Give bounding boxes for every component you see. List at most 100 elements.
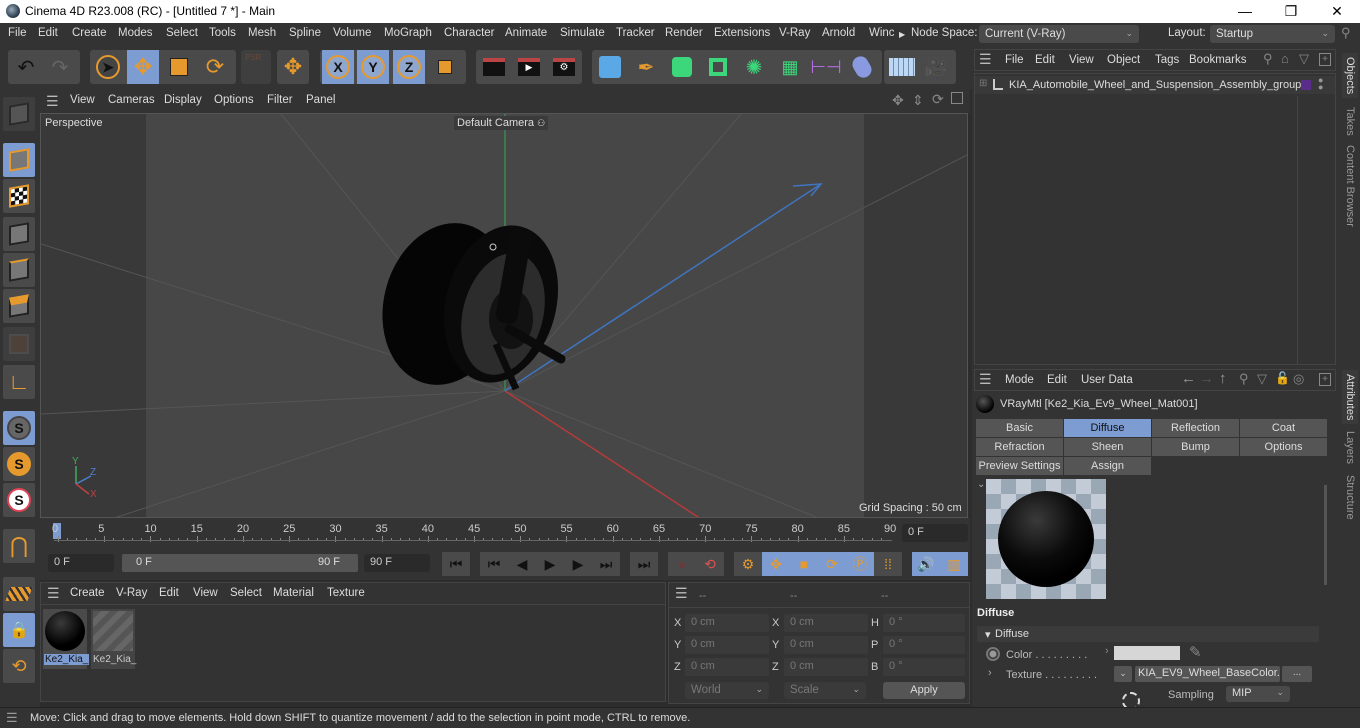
camera-name-label[interactable]: Default Camera ⚇	[454, 116, 549, 130]
expand-texture-icon[interactable]: ›	[988, 667, 992, 679]
end-frame-field[interactable]: 90 F	[364, 554, 430, 572]
hamburger-menu-icon[interactable]: ☰	[46, 93, 59, 110]
size-y-field[interactable]: 0 cm	[784, 636, 868, 654]
start-frame-field[interactable]: 0 F	[48, 554, 114, 572]
menu-tracker[interactable]: Tracker	[616, 27, 655, 39]
tab-basic[interactable]: Basic	[976, 419, 1064, 437]
material-item[interactable]: Ke2_Kia_	[91, 609, 136, 669]
uv-mode-button[interactable]	[3, 327, 35, 361]
filter-icon[interactable]: ▽	[1257, 371, 1267, 387]
snap-settings-button[interactable]: S	[3, 447, 35, 481]
psr-button[interactable]: PSR	[241, 50, 271, 84]
pen-button[interactable]: ✒	[630, 50, 662, 84]
align-workplane-button[interactable]: ⟲	[3, 649, 35, 683]
menu-select[interactable]: Select	[166, 27, 198, 39]
menu-volume[interactable]: Volume	[333, 27, 371, 39]
rotation-h-field[interactable]: 0 °	[883, 614, 965, 632]
search-icon[interactable]: ⚲	[1239, 371, 1249, 387]
node-space-dropdown[interactable]: Current (V-Ray) ⌄	[979, 25, 1139, 43]
next-key-button[interactable]: ⏭	[592, 552, 620, 576]
z-axis-lock-button[interactable]: Z	[393, 50, 425, 84]
play-button[interactable]: ▶	[536, 552, 564, 576]
tab-preview-settings[interactable]: Preview Settings	[976, 457, 1064, 475]
key-rotation-button[interactable]: ⟳	[818, 552, 846, 576]
side-tab-content-browser[interactable]: Content Browser	[1344, 145, 1356, 227]
hamburger-menu-icon[interactable]: ☰	[47, 585, 60, 602]
attributes-menu-user-data[interactable]: User Data	[1081, 374, 1133, 386]
minimize-button[interactable]: —	[1222, 0, 1268, 23]
tab-sheen[interactable]: Sheen	[1064, 438, 1152, 456]
previous-frame-button[interactable]: ◀	[508, 552, 536, 576]
lock-workplane-button[interactable]: 🔒	[3, 613, 35, 647]
material-menu-view[interactable]: View	[193, 587, 218, 599]
redo-button[interactable]: ↷	[44, 50, 76, 84]
texture-menu-button[interactable]: ⌄	[1114, 666, 1132, 682]
go-to-end-button[interactable]: ⏭	[630, 552, 658, 576]
position-x-field[interactable]: 0 cm	[685, 614, 769, 632]
layout-dropdown[interactable]: Startup ⌄	[1210, 25, 1335, 43]
attributes-scrollbar[interactable]	[1324, 485, 1327, 585]
tab-options[interactable]: Options	[1240, 438, 1328, 456]
undo-button[interactable]: ↶	[10, 50, 42, 84]
position-z-field[interactable]: 0 cm	[685, 658, 769, 676]
menu-window[interactable]: Winc	[869, 27, 895, 39]
render-view-button[interactable]	[478, 50, 510, 84]
material-item[interactable]: Ke2_Kia_	[43, 609, 90, 669]
3d-viewport[interactable]: Y Z X Perspective Default Camera ⚇ Grid …	[40, 113, 968, 518]
x-axis-lock-button[interactable]: X	[322, 50, 354, 84]
frame-range-slider[interactable]: 0 F 90 F	[122, 554, 358, 572]
attributes-menu-edit[interactable]: Edit	[1047, 374, 1067, 386]
filter-icon[interactable]: ▽	[1299, 51, 1309, 67]
key-position-button[interactable]: ✥	[762, 552, 790, 576]
side-tab-objects[interactable]: Objects	[1342, 53, 1358, 99]
toggle-view-icon[interactable]	[951, 92, 963, 104]
menu-modes[interactable]: Modes	[118, 27, 153, 39]
live-selection-button[interactable]: ➤	[92, 50, 124, 84]
viewport-menu-options[interactable]: Options	[214, 94, 254, 106]
tab-assign[interactable]: Assign	[1064, 457, 1152, 475]
menu-create[interactable]: Create	[72, 27, 107, 39]
texture-mode-button[interactable]	[3, 179, 35, 213]
current-frame-field[interactable]: 0 F	[902, 524, 968, 542]
side-tab-attributes[interactable]: Attributes	[1342, 370, 1358, 425]
magnet-button[interactable]: ⋂	[3, 529, 35, 563]
zoom-view-icon[interactable]: ⇕	[912, 92, 924, 109]
transform-button[interactable]: ✥	[277, 50, 309, 84]
material-menu-material[interactable]: Material	[273, 587, 314, 599]
objects-menu-view[interactable]: View	[1069, 54, 1094, 66]
timeline-ruler[interactable]: 0 5 10 15 20 25 30 35 40 45 50 55 60 65 70 75 80 85 90 0 F	[40, 518, 970, 548]
home-icon[interactable]: ⌂	[1281, 51, 1289, 66]
objects-menu-bookmarks[interactable]: Bookmarks	[1189, 54, 1247, 66]
scale-tool-button[interactable]	[163, 50, 195, 84]
extrude-button[interactable]	[702, 50, 734, 84]
key-pla-button[interactable]: ⁞⁞	[874, 552, 902, 576]
color-swatch[interactable]	[1114, 646, 1180, 660]
menu-vray[interactable]: V-Ray	[779, 27, 810, 39]
move-tool-button[interactable]: ✥	[127, 50, 159, 84]
key-scale-button[interactable]: ■	[790, 552, 818, 576]
film-button[interactable]: ▥	[940, 552, 968, 576]
menu-tools[interactable]: Tools	[209, 27, 236, 39]
previous-key-button[interactable]: ⏮	[480, 552, 508, 576]
rotation-b-field[interactable]: 0 °	[883, 658, 965, 676]
sampling-dropdown[interactable]: MIP ⌄	[1226, 686, 1290, 702]
cloner-button[interactable]: ✺	[738, 50, 770, 84]
viewport-menu-panel[interactable]: Panel	[306, 94, 335, 106]
render-settings-button[interactable]: ⚙	[548, 50, 580, 84]
cube-button[interactable]	[594, 50, 626, 84]
tab-diffuse[interactable]: Diffuse	[1064, 419, 1152, 437]
animate-toggle-icon[interactable]	[986, 647, 1000, 661]
new-window-icon[interactable]: +	[1319, 53, 1331, 66]
up-arrow-icon[interactable]: ↑	[1219, 370, 1227, 387]
texture-path-field[interactable]: KIA_EV9_Wheel_BaseColor.p	[1135, 666, 1280, 682]
pan-view-icon[interactable]: ✥	[892, 92, 904, 109]
go-to-start-button[interactable]: ⏮	[442, 552, 470, 576]
attributes-menu-mode[interactable]: Mode	[1005, 374, 1034, 386]
material-menu-texture[interactable]: Texture	[327, 587, 365, 599]
back-arrow-icon[interactable]: ←	[1181, 370, 1196, 387]
objects-menu-tags[interactable]: Tags	[1155, 54, 1179, 66]
keyframe-selection-button[interactable]: ⚙	[734, 552, 762, 576]
object-name[interactable]: KIA_Automobile_Wheel_and_Suspension_Asse…	[1009, 79, 1301, 91]
menu-extensions[interactable]: Extensions	[714, 27, 770, 39]
rotation-p-field[interactable]: 0 °	[883, 636, 965, 654]
